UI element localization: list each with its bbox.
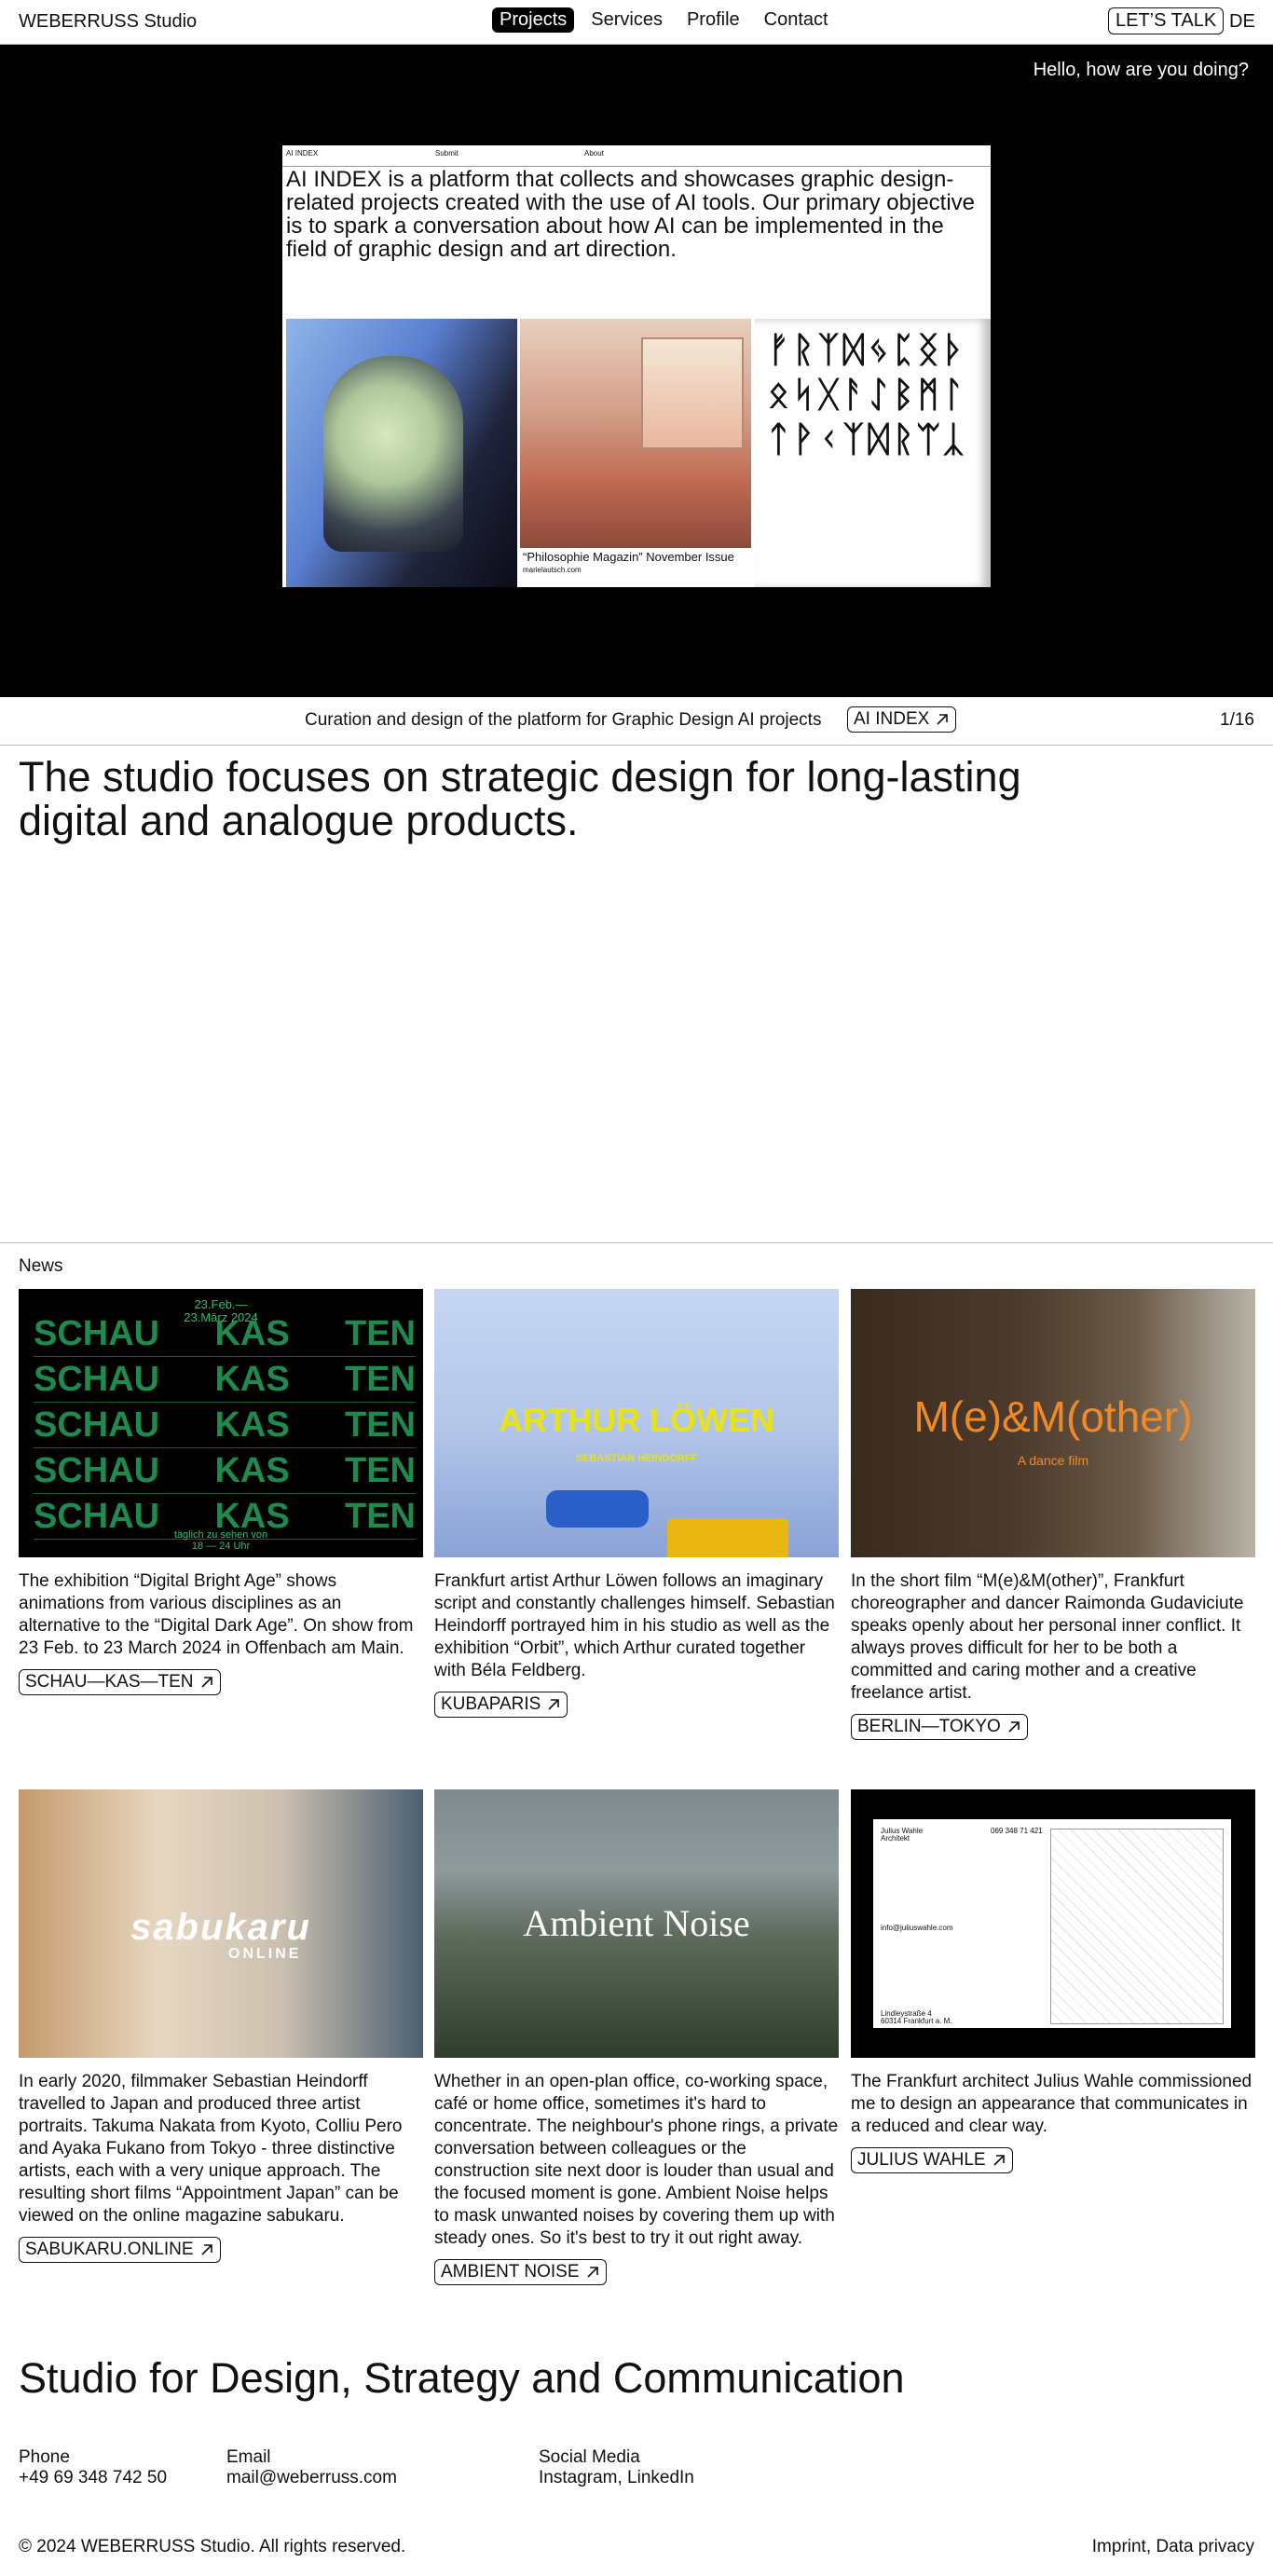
footer-social: Social Media Instagram, LinkedIn [539, 2447, 694, 2488]
site-header: WEBERRUSS Studio Projects Services Profi… [0, 0, 1273, 45]
intro-statement: The studio focuses on strategic design f… [19, 753, 1021, 844]
nav-projects[interactable]: Projects [492, 7, 575, 33]
phone-label: Phone [19, 2447, 70, 2467]
footer-headline: Studio for Design, Strategy and Communic… [19, 2354, 905, 2402]
news-image-dance-film: M(e)&M(other) A dance film [851, 1289, 1255, 1557]
news-text: The exhibition “Digital Bright Age” show… [19, 1571, 414, 1658]
news-image-arthur-loewen: ARTHUR LÖWEN SEBASTIAN HEINDORFF [434, 1289, 839, 1557]
language-switch[interactable]: DE [1229, 11, 1255, 33]
poster-hours: täglich zu sehen von 18 — 24 Uhr [173, 1529, 268, 1552]
berlin-tokyo-link[interactable]: BERLIN—TOKYO [851, 1714, 1028, 1740]
greeting-text: Hello, how are you doing? [1033, 60, 1249, 80]
copyright-text: © 2024 WEBERRUSS Studio. All rights rese… [19, 2537, 406, 2556]
arrow-up-right-icon [1008, 1721, 1020, 1733]
slide-caption-bar: Curation and design of the platform for … [0, 697, 1273, 746]
poster-lettering: SCHAU KAS TEN SCHAU KAS TEN SCHAU KAS TEN SCHA… [34, 1311, 416, 1540]
nav-profile[interactable]: Profile [679, 7, 747, 33]
preview-nav-item: About [584, 149, 604, 158]
julius-wahle-link[interactable]: JULIUS WAHLE [851, 2147, 1013, 2173]
nav-services[interactable]: Services [583, 7, 670, 33]
news-image-julius-wahle: Julius Wahle Architekt 069 348 71 421 in… [851, 1789, 1255, 2058]
slide-counter: 1/16 [1220, 710, 1254, 730]
link-label: SCHAU—KAS—TEN [25, 1672, 194, 1692]
social-links[interactable]: Instagram, LinkedIn [539, 2468, 694, 2488]
arrow-up-right-icon [937, 714, 949, 725]
section-divider [0, 1242, 1273, 1243]
glyph-set: ᚠᚱᛉᛞᛃᛈᛝᚦᛟᛋᚷᚨᛇᛒᛗᛚᛏᚹᚲᛉᛞᚱᛠᛣ [768, 331, 968, 459]
footer-email: Email mail@weberruss.com [226, 2447, 397, 2488]
news-card: sabukaru ONLINE In early 2020, filmmaker… [19, 1789, 423, 2263]
arrow-up-right-icon [200, 2244, 212, 2255]
news-card: M(e)&M(other) A dance film In the short … [851, 1289, 1255, 1740]
preview-room-image [520, 319, 751, 548]
link-label: SABUKARU.ONLINE [25, 2240, 194, 2259]
news-text: The Frankfurt architect Julius Wahle com… [851, 2072, 1252, 2136]
social-label: Social Media [539, 2447, 640, 2467]
news-image-ambient-noise: Ambient Noise [434, 1789, 839, 2058]
link-label: AMBIENT NOISE [441, 2262, 580, 2281]
image-subtitle: ONLINE [228, 1946, 302, 1962]
arrow-up-right-icon [548, 1699, 560, 1710]
preview-caption: “Philosophie Magazin” November Issue [523, 550, 734, 564]
news-card: Ambient Noise Whether in an open-plan of… [434, 1789, 839, 2285]
link-label: JULIUS WAHLE [857, 2150, 986, 2170]
email-label: Email [226, 2447, 271, 2467]
arrow-up-right-icon [200, 1677, 212, 1688]
arrow-up-right-icon [586, 2267, 598, 2278]
link-label: AI INDEX [854, 709, 930, 729]
project-preview-image: AI INDEX Submit About AI INDEX is a plat… [282, 145, 991, 587]
letterhead: Julius Wahle Architekt 069 348 71 421 in… [873, 1819, 1231, 2028]
email-link[interactable]: mail@weberruss.com [226, 2468, 397, 2488]
link-label: BERLIN—TOKYO [857, 1717, 1001, 1736]
preview-caption-small: marielautsch.com [523, 566, 582, 574]
legal-links[interactable]: Imprint, Data privacy [1092, 2537, 1254, 2557]
preview-nav: AI INDEX Submit About [286, 149, 987, 158]
sabukaru-link[interactable]: SABUKARU.ONLINE [19, 2237, 221, 2263]
image-title: sabukaru [130, 1907, 311, 1948]
news-text: Whether in an open-plan office, co-worki… [434, 2072, 839, 2248]
news-card: Julius Wahle Architekt 069 348 71 421 in… [851, 1789, 1255, 2173]
schaukasten-link[interactable]: SCHAU—KAS—TEN [19, 1669, 221, 1695]
image-title: ARTHUR LÖWEN [499, 1401, 774, 1439]
image-title: Ambient Noise [523, 1902, 750, 1944]
arrow-up-right-icon [993, 2155, 1005, 2166]
news-card: ARTHUR LÖWEN SEBASTIAN HEINDORFF Frankfu… [434, 1289, 839, 1718]
footer-phone: Phone +49 69 348 742 50 [19, 2447, 167, 2488]
link-label: KUBAPARIS [441, 1694, 541, 1714]
kubaparis-link[interactable]: KUBAPARIS [434, 1692, 568, 1718]
main-nav: Projects Services Profile Contact [492, 7, 836, 33]
image-subtitle: A dance film [1017, 1453, 1089, 1468]
ambient-noise-link[interactable]: AMBIENT NOISE [434, 2259, 607, 2285]
hero-slideshow[interactable]: Hello, how are you doing? AI INDEX Submi… [0, 45, 1273, 697]
preview-nav-item: Submit [435, 149, 459, 158]
preview-hoodie-image [286, 319, 517, 587]
preview-description: AI INDEX is a platform that collects and… [286, 167, 976, 262]
preview-nav-item: AI INDEX [286, 149, 319, 158]
site-plan-drawing [1050, 1829, 1224, 2024]
lets-talk-button[interactable]: LET’S TALK [1108, 7, 1225, 34]
phone-link[interactable]: +49 69 348 742 50 [19, 2468, 167, 2488]
nav-contact[interactable]: Contact [757, 7, 836, 33]
news-text: Frankfurt artist Arthur Löwen follows an… [434, 1571, 835, 1680]
image-subtitle: SEBASTIAN HEINDORFF [575, 1453, 698, 1464]
news-card: 23.Feb.— 23.März 2024 SCHAU KAS TEN SCHAU K… [19, 1289, 423, 1695]
news-text: In early 2020, filmmaker Sebastian Heind… [19, 2072, 403, 2226]
slide-caption: Curation and design of the platform for … [305, 710, 822, 730]
news-heading: News [19, 1256, 63, 1276]
news-text: In the short film “M(e)&M(other)”, Frank… [851, 1571, 1244, 1703]
news-image-schaukasten: 23.Feb.— 23.März 2024 SCHAU KAS TEN SCHAU K… [19, 1289, 423, 1557]
preview-glyphs-image: ᚠᚱᛉᛞᛃᛈᛝᚦᛟᛋᚷᚨᛇᛒᛗᛚᛏᚹᚲᛉᛞᚱᛠᛣ [755, 319, 991, 587]
ai-index-link[interactable]: AI INDEX [847, 706, 957, 733]
image-title: M(e)&M(other) [913, 1392, 1193, 1441]
brand-logo[interactable]: WEBERRUSS Studio [19, 11, 197, 33]
news-image-sabukaru: sabukaru ONLINE [19, 1789, 423, 2058]
